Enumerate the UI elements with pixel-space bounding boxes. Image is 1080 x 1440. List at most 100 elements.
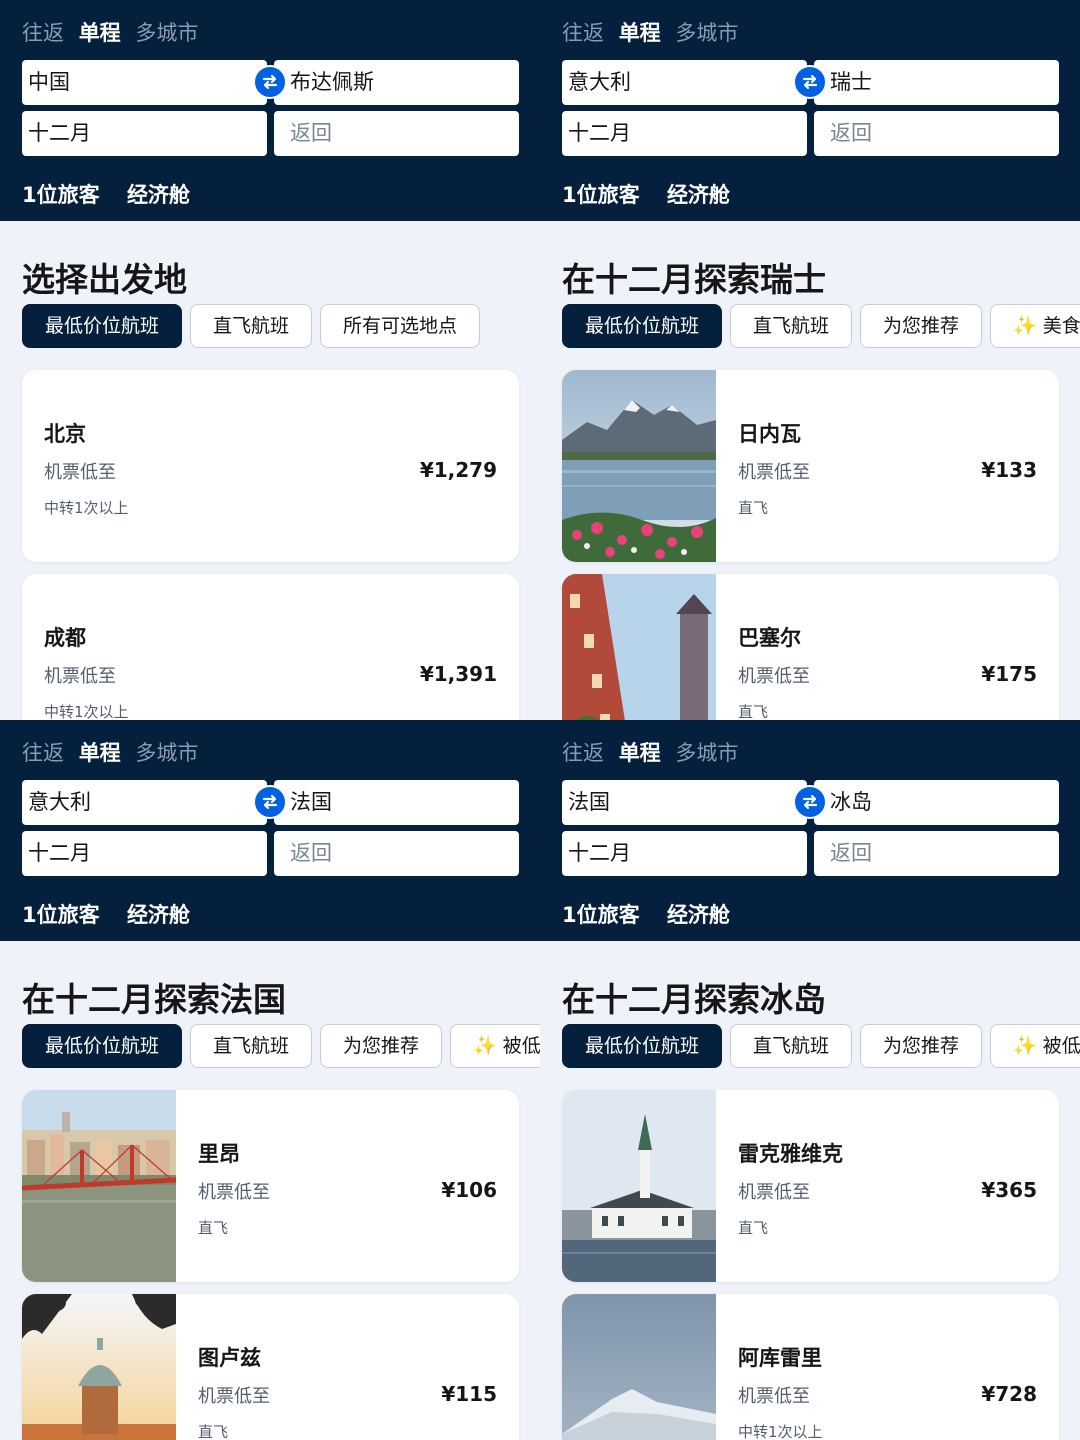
swap-button[interactable] — [793, 65, 827, 99]
city-name: 成都 — [44, 626, 86, 650]
travellers-label[interactable]: 1位旅客 — [562, 903, 640, 927]
filter-chip-label: 为您推荐 — [343, 1035, 420, 1057]
filter-chip[interactable]: 直飞航班 — [190, 304, 313, 348]
city-name: 阿库雷里 — [738, 1346, 822, 1370]
origin-field[interactable]: 中国 — [22, 60, 267, 105]
tab-multi-city[interactable]: 多城市 — [135, 21, 198, 45]
stops-label: 直飞 — [198, 1219, 229, 1237]
filter-chip[interactable]: 直飞航班 — [190, 1024, 313, 1068]
depart-date-field[interactable]: 十二月 — [562, 111, 807, 156]
cabin-label[interactable]: 经济舱 — [127, 903, 190, 927]
swap-arrows-icon — [802, 74, 818, 90]
filter-chip-label: 最低价位航班 — [45, 1035, 160, 1057]
travellers-label[interactable]: 1位旅客 — [562, 183, 640, 207]
filter-chip[interactable]: 为您推荐 — [320, 1024, 443, 1068]
return-date-field[interactable]: 返回 — [274, 111, 519, 156]
swap-button[interactable] — [253, 65, 287, 99]
filter-chip-label: 美食 — [1042, 315, 1080, 337]
destination-field[interactable]: 布达佩斯 — [274, 60, 519, 105]
section-title: 在十二月探索冰岛 — [562, 980, 826, 1019]
filter-chips: 最低价位航班 直飞航班 所有可选地点 — [22, 304, 488, 349]
destination-card[interactable]: 图卢兹 机票低至 直飞 ¥115 — [22, 1294, 519, 1440]
return-date-field[interactable]: 返回 — [814, 111, 1059, 156]
return-date-field[interactable]: 返回 — [274, 831, 519, 876]
traveller-cabin-selector[interactable]: 1位旅客 经济舱 — [562, 179, 750, 209]
tab-one-way[interactable]: 单程 — [619, 741, 661, 765]
swap-button[interactable] — [253, 785, 287, 819]
tab-one-way[interactable]: 单程 — [79, 741, 121, 765]
depart-date-field[interactable]: 十二月 — [22, 831, 267, 876]
origin-field[interactable]: 意大利 — [562, 60, 807, 105]
depart-date-field[interactable]: 十二月 — [562, 831, 807, 876]
tab-multi-city[interactable]: 多城市 — [675, 741, 738, 765]
filter-chip-label: 最低价位航班 — [585, 1035, 700, 1057]
tab-round-trip[interactable]: 往返 — [22, 21, 64, 45]
filter-chips: 最低价位航班 直飞航班 为您推荐 ✨ 被低 — [22, 1024, 540, 1069]
section-title: 在十二月探索瑞士 — [562, 260, 826, 299]
city-name: 里昂 — [198, 1142, 240, 1166]
filter-chip[interactable]: 最低价位航班 — [562, 1024, 723, 1068]
tab-round-trip[interactable]: 往返 — [562, 741, 604, 765]
destination-card[interactable]: 日内瓦 机票低至 直飞 ¥133 — [562, 370, 1059, 562]
destination-card[interactable]: 巴塞尔 机票低至 直飞 ¥175 — [562, 574, 1059, 720]
tab-multi-city[interactable]: 多城市 — [135, 741, 198, 765]
filter-chip[interactable]: 直飞航班 — [730, 1024, 853, 1068]
price-from-label: 机票低至 — [738, 1386, 810, 1407]
tab-round-trip[interactable]: 往返 — [562, 21, 604, 45]
stops-label: 中转1次以上 — [44, 499, 129, 517]
cabin-label[interactable]: 经济舱 — [667, 183, 730, 207]
destination-field[interactable]: 法国 — [274, 780, 519, 825]
tab-multi-city[interactable]: 多城市 — [675, 21, 738, 45]
destination-card[interactable]: 成都 机票低至 中转1次以上 ¥1,391 — [22, 574, 519, 720]
traveller-cabin-selector[interactable]: 1位旅客 经济舱 — [562, 899, 750, 929]
search-header: 往返 单程 多城市 意大利 法国 十二月 返回 1位旅客 经济舱 — [0, 720, 540, 941]
filter-chip[interactable]: ✨ 被低 — [990, 1024, 1080, 1068]
price-value: ¥365 — [981, 1178, 1037, 1202]
tab-one-way[interactable]: 单程 — [619, 21, 661, 45]
origin-field[interactable]: 意大利 — [22, 780, 267, 825]
price-from-label: 机票低至 — [198, 1182, 270, 1203]
depart-date-field[interactable]: 十二月 — [22, 111, 267, 156]
origin-field[interactable]: 法国 — [562, 780, 807, 825]
destination-card[interactable]: 北京 机票低至 中转1次以上 ¥1,279 — [22, 370, 519, 562]
tab-round-trip[interactable]: 往返 — [22, 741, 64, 765]
stops-label: 直飞 — [198, 1423, 229, 1440]
cabin-label[interactable]: 经济舱 — [127, 183, 190, 207]
filter-chip[interactable]: ✨ 美食 — [990, 304, 1080, 348]
filter-chip-label: 为您推荐 — [883, 1035, 960, 1057]
tab-one-way[interactable]: 单程 — [79, 21, 121, 45]
price-value: ¥106 — [441, 1178, 497, 1202]
travellers-label[interactable]: 1位旅客 — [22, 903, 100, 927]
filter-chip-label: 直飞航班 — [753, 315, 830, 337]
filter-chip[interactable]: 直飞航班 — [730, 304, 853, 348]
filter-chip[interactable]: 最低价位航班 — [22, 304, 183, 348]
travellers-label[interactable]: 1位旅客 — [22, 183, 100, 207]
price-from-label: 机票低至 — [44, 462, 116, 483]
destination-field[interactable]: 冰岛 — [814, 780, 1059, 825]
filter-chip[interactable]: 为您推荐 — [860, 304, 983, 348]
card-body: 图卢兹 机票低至 直飞 ¥115 — [198, 1294, 497, 1440]
filter-chips: 最低价位航班 直飞航班 为您推荐 ✨ 被低 — [562, 1024, 1080, 1069]
stops-label: 直飞 — [738, 703, 769, 720]
swap-button[interactable] — [793, 785, 827, 819]
destination-field[interactable]: 瑞士 — [814, 60, 1059, 105]
destination-card[interactable]: 里昂机票低至直飞 ¥106 — [22, 1090, 519, 1282]
filter-chip[interactable]: 最低价位航班 — [22, 1024, 183, 1068]
trip-type-tabs: 往返 单程 多城市 — [562, 17, 746, 47]
return-date-field[interactable]: 返回 — [814, 831, 1059, 876]
stops-label: 中转1次以上 — [44, 703, 129, 720]
traveller-cabin-selector[interactable]: 1位旅客 经济舱 — [22, 899, 210, 929]
sparkle-icon: ✨ — [473, 1035, 497, 1057]
filter-chip[interactable]: ✨ 被低 — [450, 1024, 540, 1068]
destination-card[interactable]: 阿库雷里 机票低至 中转1次以上 ¥728 — [562, 1294, 1059, 1440]
filter-chip[interactable]: 为您推荐 — [860, 1024, 983, 1068]
cabin-label[interactable]: 经济舱 — [667, 903, 730, 927]
swap-arrows-icon — [262, 74, 278, 90]
destination-card[interactable]: 雷克雅维克 机票低至 直飞 ¥365 — [562, 1090, 1059, 1282]
filter-chip-label: 被低 — [502, 1035, 540, 1057]
filter-chip[interactable]: 所有可选地点 — [320, 304, 481, 348]
card-body: 北京 机票低至 中转1次以上 ¥1,279 — [44, 370, 497, 562]
trip-type-tabs: 往返 单程 多城市 — [22, 737, 206, 767]
traveller-cabin-selector[interactable]: 1位旅客 经济舱 — [22, 179, 210, 209]
filter-chip[interactable]: 最低价位航班 — [562, 304, 723, 348]
